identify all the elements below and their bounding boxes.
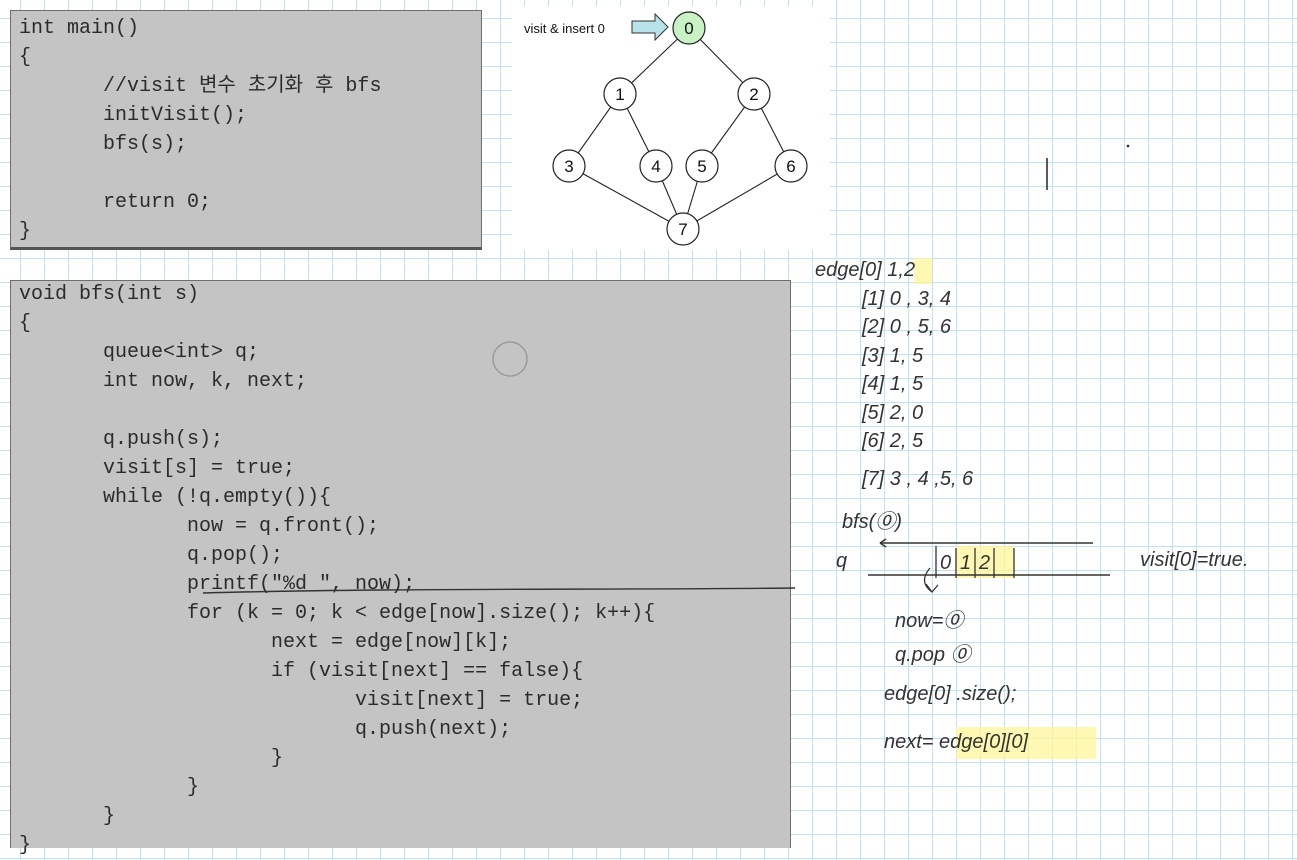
code-line: q.push(s); <box>19 428 224 451</box>
code-line: queue<int> q; <box>19 341 260 364</box>
code-line: q.pop(); <box>19 544 284 567</box>
edge-list-row: edge[0] 1,2 <box>815 259 915 281</box>
queue-label: q <box>836 550 847 572</box>
queue-cell: 2 <box>978 552 990 574</box>
node-label: 1 <box>615 85 624 104</box>
code-line: { <box>19 46 32 69</box>
queue-cell: 1 <box>960 552 971 574</box>
queue-cell: 0 <box>940 552 951 574</box>
code-line: now = q.front(); <box>19 515 380 538</box>
code-line: { <box>19 312 32 335</box>
node-label: 5 <box>697 157 706 176</box>
edge-list-row: [7] 3 , 4 ,5, 6 <box>861 468 974 490</box>
code-line: return 0; <box>19 191 212 214</box>
graph-caption: visit & insert 0 <box>524 21 605 36</box>
graph-diagram: visit & insert 0 0 1 2 3 4 5 6 7 <box>512 6 830 250</box>
code-line: } <box>19 776 200 799</box>
code-line: int main() <box>19 17 140 40</box>
code-line: } <box>19 747 284 770</box>
visit-note: visit[0]=true. <box>1140 549 1248 571</box>
code-line: while (!q.empty()){ <box>19 486 332 509</box>
code-line: } <box>19 805 116 828</box>
code-line: printf("%d ", now); <box>19 573 416 596</box>
node-label: 0 <box>684 19 693 38</box>
code-line: void bfs(int s) <box>19 283 200 306</box>
bfs-call-note: bfs(⓪) <box>842 511 902 533</box>
arrow-icon <box>631 12 669 42</box>
edge-list-row: [2] 0 , 5, 6 <box>861 316 952 338</box>
code-line: next = edge[now][k]; <box>19 631 512 654</box>
node-label: 2 <box>749 85 758 104</box>
code-line: for (k = 0; k < edge[now].size(); k++){ <box>19 602 656 625</box>
edge-list-row: [4] 1, 5 <box>861 373 924 395</box>
pop-note: q.pop ⓪ <box>895 644 974 666</box>
now-note: now=⓪ <box>895 610 966 632</box>
code-line: //visit 변수 초기화 후 bfs <box>19 75 382 98</box>
main-code-panel: int main() { //visit 변수 초기화 후 bfs initVi… <box>10 10 482 250</box>
code-line: visit[next] = true; <box>19 689 584 712</box>
edge-list-row: [5] 2, 0 <box>861 402 923 424</box>
code-line: initVisit(); <box>19 104 248 127</box>
node-label: 7 <box>678 220 687 239</box>
code-line: visit[s] = true; <box>19 457 296 480</box>
edge-list-row: [3] 1, 5 <box>861 345 924 367</box>
code-line: int now, k, next; <box>19 370 308 393</box>
size-note: edge[0] .size(); <box>884 683 1016 705</box>
edge-list-row: [6] 2, 5 <box>861 430 924 452</box>
next-note: next= edge[0][0] <box>884 731 1028 753</box>
code-line: bfs(s); <box>19 133 188 156</box>
node-label: 3 <box>564 157 573 176</box>
node-label: 6 <box>786 157 795 176</box>
edge-list-row: [1] 0 , 3, 4 <box>861 288 951 310</box>
code-line: } <box>19 220 32 243</box>
code-line: if (visit[next] == false){ <box>19 660 584 683</box>
code-line: q.push(next); <box>19 718 512 741</box>
code-line: } <box>19 834 32 857</box>
node-label: 4 <box>651 157 660 176</box>
bfs-code-panel: void bfs(int s) { queue<int> q; int now,… <box>10 280 791 857</box>
